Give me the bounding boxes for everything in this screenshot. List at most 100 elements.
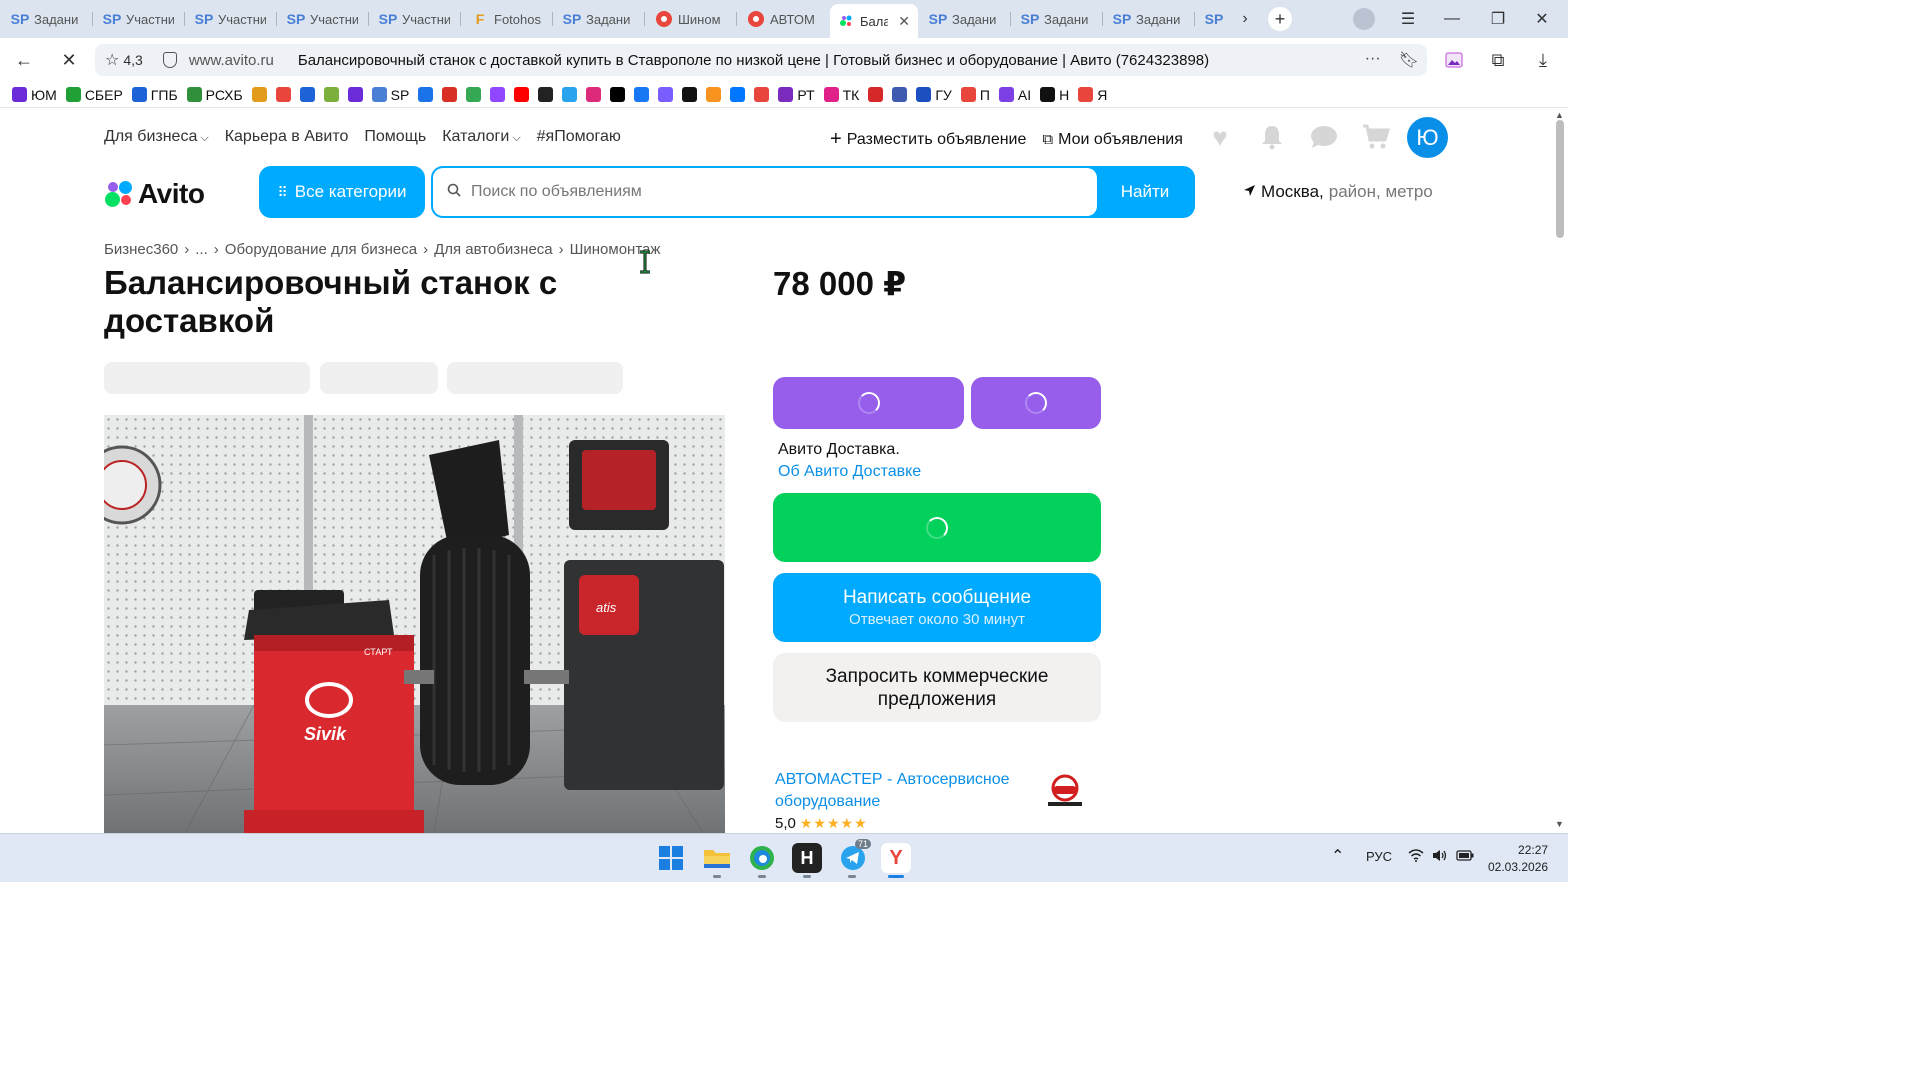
site-rating[interactable]: ☆ 4,3 bbox=[105, 50, 143, 70]
bookmark-item[interactable]: П bbox=[960, 87, 990, 103]
profile-icon[interactable] bbox=[1353, 8, 1375, 30]
close-tab-icon[interactable]: ✕ bbox=[898, 13, 910, 30]
bookmark-item[interactable] bbox=[892, 87, 908, 102]
file-explorer-icon[interactable] bbox=[702, 843, 732, 873]
bookmark-item[interactable]: AI bbox=[998, 87, 1031, 103]
system-clock[interactable]: 22:27 02.03.2026 bbox=[1488, 842, 1548, 876]
bookmark-item[interactable]: РСХБ bbox=[186, 87, 243, 103]
bookmark-item[interactable] bbox=[275, 87, 291, 102]
bookmark-item[interactable] bbox=[706, 87, 722, 102]
about-delivery-link[interactable]: Об Авито Доставке bbox=[778, 463, 921, 481]
keyboard-language[interactable]: РУС bbox=[1366, 849, 1392, 864]
windows-start-icon[interactable] bbox=[656, 843, 686, 873]
link-for-business[interactable]: Для бизнеса ⌵ bbox=[104, 128, 209, 146]
bookmark-item[interactable] bbox=[586, 87, 602, 102]
bookmark-item[interactable] bbox=[562, 87, 578, 102]
bookmark-icon[interactable]: 🔖︎ bbox=[1399, 50, 1419, 70]
bookmark-item[interactable] bbox=[538, 87, 554, 102]
bookmark-item[interactable] bbox=[347, 87, 363, 102]
browser-tab[interactable]: SP Задани bbox=[4, 4, 90, 34]
bookmark-item[interactable] bbox=[514, 87, 530, 102]
notifications-bell-icon[interactable] bbox=[1257, 122, 1287, 152]
browser-tab[interactable]: SP bbox=[1198, 4, 1228, 34]
scroll-up-icon[interactable]: ▲ bbox=[1555, 110, 1564, 120]
breadcrumb-item[interactable]: Для автобизнеса bbox=[434, 241, 553, 258]
bookmark-item[interactable] bbox=[868, 87, 884, 102]
close-window-icon[interactable]: ✕ bbox=[1530, 8, 1554, 30]
edge-browser-icon[interactable] bbox=[747, 843, 777, 873]
bookmark-item[interactable]: Я bbox=[1078, 87, 1107, 103]
cart-icon[interactable] bbox=[1361, 122, 1391, 152]
omnibox[interactable]: ☆ 4,3 www.avito.ru Балансировочный стано… bbox=[95, 44, 1427, 76]
show-phone-button[interactable] bbox=[773, 493, 1101, 562]
scroll-down-icon[interactable]: ▼ bbox=[1555, 819, 1564, 829]
breadcrumb-item[interactable]: Оборудование для бизнеса bbox=[225, 241, 417, 258]
bookmark-item[interactable] bbox=[730, 87, 746, 102]
bookmark-item[interactable]: РТ bbox=[778, 87, 815, 103]
bookmark-item[interactable] bbox=[610, 87, 626, 102]
app-h-icon[interactable]: H bbox=[792, 843, 822, 873]
bookmark-item[interactable] bbox=[251, 87, 267, 102]
restore-icon[interactable]: ❐ bbox=[1486, 8, 1510, 30]
avito-logo[interactable]: Avito bbox=[104, 178, 205, 210]
bookmark-item[interactable] bbox=[299, 87, 315, 102]
bookmark-item[interactable]: Н bbox=[1040, 87, 1069, 103]
browser-tab[interactable]: SP Задани bbox=[1014, 4, 1100, 34]
my-ads-link[interactable]: ⧉ Мои объявления bbox=[1042, 131, 1183, 149]
link-ya-pomogayu[interactable]: #яПомогаю bbox=[537, 128, 621, 146]
bookmark-item[interactable] bbox=[466, 87, 482, 102]
bookmark-item[interactable]: ГУ bbox=[916, 87, 952, 103]
bookmark-item[interactable]: ТК bbox=[823, 87, 859, 103]
browser-tab[interactable]: SP Участни bbox=[188, 4, 274, 34]
post-ad-link[interactable]: + Разместить объявление bbox=[830, 128, 1026, 151]
link-catalogs[interactable]: Каталоги ⌵ bbox=[442, 128, 520, 146]
browser-tab[interactable]: SP Задани bbox=[922, 4, 1008, 34]
bookmark-item[interactable]: СБЕР bbox=[65, 87, 123, 103]
telegram-icon[interactable]: 71 bbox=[838, 839, 872, 873]
breadcrumb-item[interactable]: ... bbox=[195, 241, 208, 258]
add-to-cart-button[interactable] bbox=[971, 377, 1101, 429]
favorites-heart-icon[interactable]: ♥ bbox=[1205, 122, 1235, 152]
browser-tab[interactable]: SP Задани bbox=[556, 4, 642, 34]
bookmark-item[interactable] bbox=[323, 87, 339, 102]
browser-tab-active[interactable]: Бала ✕ bbox=[830, 4, 918, 38]
bookmark-item[interactable]: SP bbox=[371, 87, 409, 103]
bookmark-item[interactable] bbox=[418, 87, 434, 102]
volume-icon[interactable] bbox=[1432, 849, 1448, 865]
user-avatar[interactable]: Ю bbox=[1407, 117, 1448, 158]
wifi-icon[interactable] bbox=[1408, 849, 1424, 865]
more-dots-icon[interactable]: ··· bbox=[1365, 50, 1381, 70]
listing-photo[interactable]: atis СТАРТ Sivik bbox=[104, 415, 725, 833]
tabs-scroll-right-icon[interactable]: › bbox=[1233, 8, 1257, 30]
shield-icon[interactable] bbox=[162, 52, 177, 68]
breadcrumb-item[interactable]: Бизнес360 bbox=[104, 241, 178, 258]
bookmark-item[interactable] bbox=[490, 87, 506, 102]
browser-tab[interactable]: SP Задани bbox=[1106, 4, 1192, 34]
back-icon[interactable]: ← bbox=[12, 48, 36, 72]
battery-icon[interactable] bbox=[1456, 849, 1474, 864]
bookmark-item[interactable] bbox=[658, 87, 674, 102]
browser-tab[interactable]: SP Участни bbox=[280, 4, 366, 34]
tray-chevron-up-icon[interactable]: ⌃ bbox=[1331, 846, 1344, 866]
browser-menu-icon[interactable]: ☰ bbox=[1396, 8, 1420, 30]
page-scrollbar[interactable]: ▲ ▼ bbox=[1552, 108, 1568, 833]
gallery-extension-icon[interactable] bbox=[1442, 48, 1466, 72]
write-message-button[interactable]: Написать сообщение Отвечает около 30 мин… bbox=[773, 573, 1101, 642]
bookmark-item[interactable] bbox=[442, 87, 458, 102]
browser-tab[interactable]: АВТОМ bbox=[740, 4, 826, 34]
browser-tab[interactable]: Шином bbox=[648, 4, 734, 34]
downloads-icon[interactable]: ⤓ bbox=[1531, 48, 1555, 72]
search-input[interactable] bbox=[471, 183, 1071, 201]
location-selector[interactable]: Москва, район, метро bbox=[1243, 182, 1433, 202]
request-commercial-offers-button[interactable]: Запросить коммерческие предложения bbox=[773, 653, 1101, 722]
search-button[interactable]: Найти bbox=[1097, 168, 1193, 216]
minimize-icon[interactable]: — bbox=[1440, 8, 1464, 30]
browser-tab[interactable]: F Fotohos bbox=[464, 4, 550, 34]
browser-tab[interactable]: SP Участни bbox=[372, 4, 458, 34]
new-tab-button[interactable]: + bbox=[1268, 7, 1292, 31]
buy-with-delivery-button[interactable] bbox=[773, 377, 964, 429]
link-career[interactable]: Карьера в Авито bbox=[225, 128, 349, 146]
browser-tab[interactable]: SP Участни bbox=[96, 4, 182, 34]
link-help[interactable]: Помощь bbox=[364, 128, 426, 146]
all-categories-button[interactable]: ⠿ Все категории bbox=[259, 166, 425, 218]
